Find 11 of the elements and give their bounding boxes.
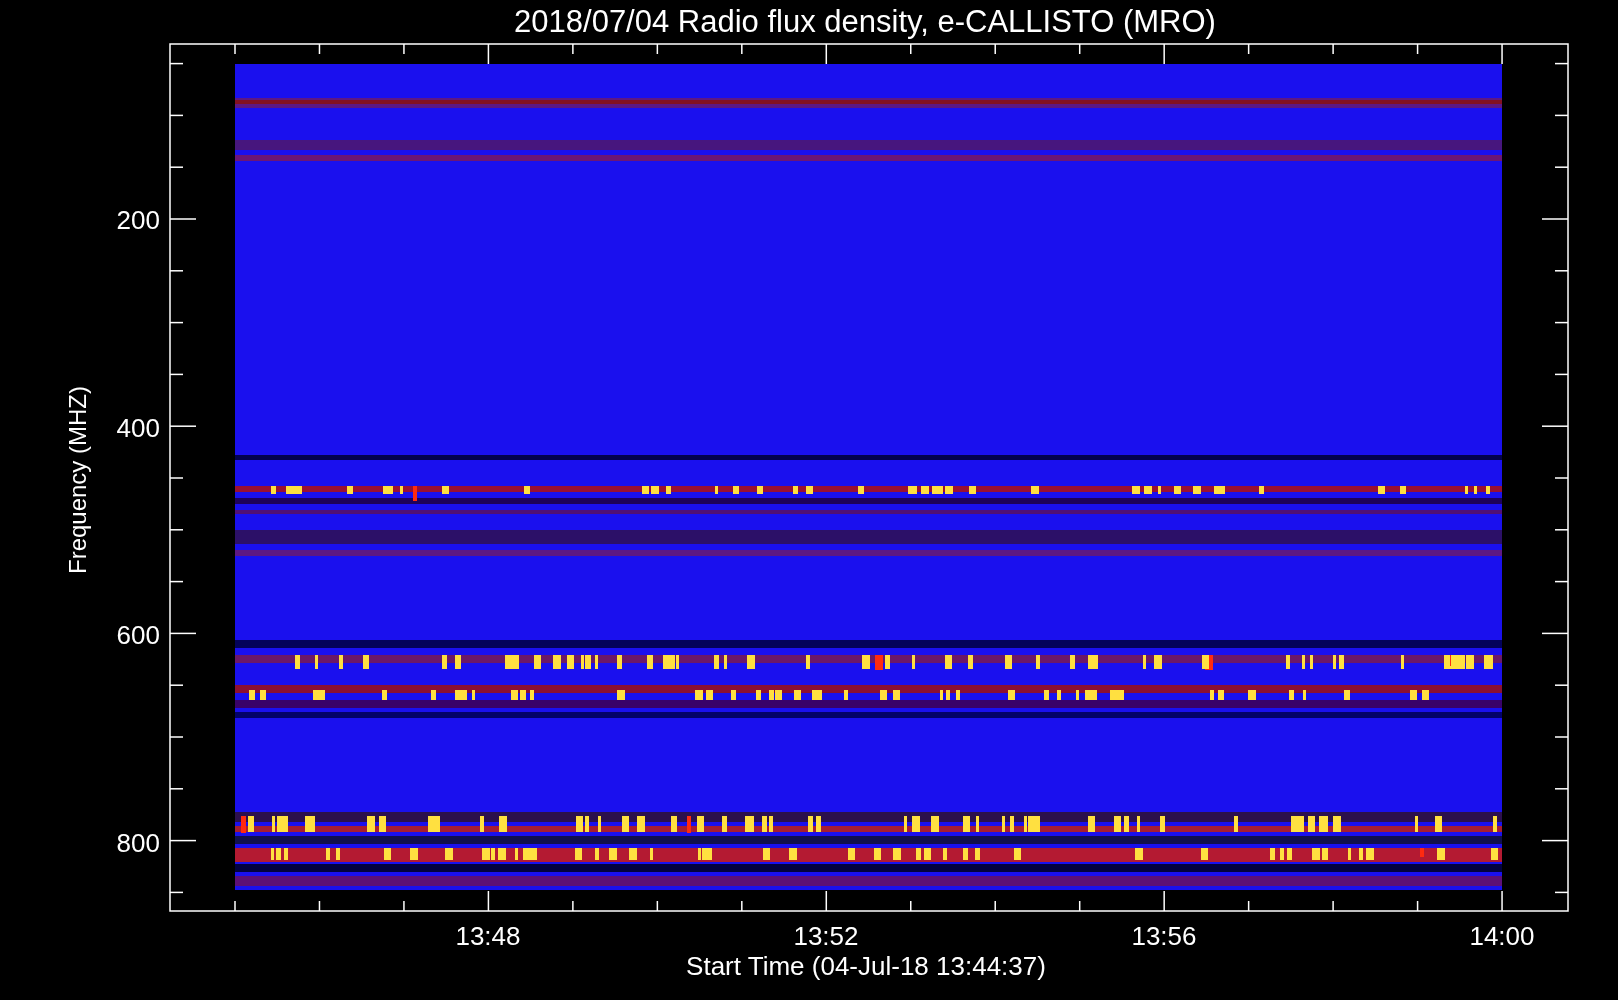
x-tick-label: 14:00 bbox=[1469, 921, 1535, 951]
x-tick-label: 13:56 bbox=[1131, 921, 1197, 951]
y-tick-label: 400 bbox=[116, 412, 160, 443]
y-tick-label: 200 bbox=[116, 205, 160, 235]
x-axis-label: Start Time (04-Jul-18 13:44:37) bbox=[686, 951, 1046, 981]
y-axis-label: Frequency (MHZ) bbox=[64, 386, 91, 574]
x-tick-label: 13:52 bbox=[793, 921, 859, 951]
x-tick-label: 13:48 bbox=[455, 921, 521, 951]
y-tick-label: 600 bbox=[116, 620, 160, 650]
chart-title: 2018/07/04 Radio flux density, e-CALLISTO (MRO) bbox=[514, 4, 1216, 39]
y-tick-label: 800 bbox=[116, 827, 160, 858]
